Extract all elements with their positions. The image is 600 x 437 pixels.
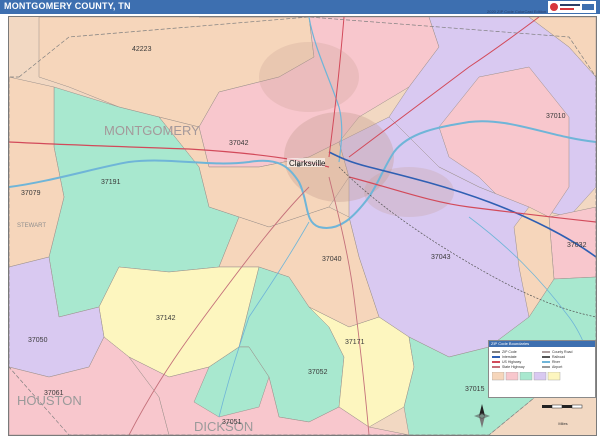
legend-color-swatches: [492, 372, 561, 381]
zip-label-37142: 37142: [156, 315, 176, 322]
county-label: MONTGOMERY: [104, 123, 200, 138]
legend-row: Interstate: [492, 355, 540, 359]
zip-label-37015: 37015: [465, 386, 485, 393]
zip-label-37079: 37079: [21, 190, 41, 197]
scale-bar-graphic: [542, 404, 583, 409]
legend-row: County Road: [542, 350, 590, 354]
city-label-clarksville: Clarksville: [289, 159, 326, 168]
legend-row: State Highway: [492, 365, 540, 369]
map-legend: ZIP Code Boundaries ZIP Code Interstate …: [488, 340, 596, 398]
urban-area-east: [364, 167, 454, 217]
legend-row: Railroad: [542, 355, 590, 359]
zip-label-37032: 37032: [567, 242, 587, 249]
zip-label-37010: 37010: [546, 113, 566, 120]
title-bar: MONTGOMERY COUNTY, TN 2020 ZIP Code Colo…: [0, 0, 600, 14]
scale-bar: Miles: [540, 402, 590, 426]
zip-label-37050: 37050: [28, 337, 48, 344]
legend-row: River: [542, 360, 590, 364]
urban-area-north: [259, 42, 359, 112]
city-marker-clarksville: Clarksville: [287, 158, 326, 168]
compass-rose-icon: [474, 404, 490, 428]
zip-label-37042: 37042: [229, 140, 249, 147]
map-title: MONTGOMERY COUNTY, TN: [4, 1, 131, 11]
zip-label-37052: 37052: [308, 369, 328, 376]
zip-label-37191: 37191: [101, 179, 121, 186]
legend-row: US Highway: [492, 360, 540, 364]
marketmaps-logo: [548, 1, 596, 13]
zip-label-37061: 37061: [44, 390, 64, 397]
zip-label-37043: 37043: [431, 254, 451, 261]
zip-label-42223: 42223: [132, 46, 152, 53]
edition-label: 2020 ZIP Code ColorCast Edition: [487, 9, 547, 14]
legend-row: ZIP Code: [492, 350, 540, 354]
zip-label-37171: 37171: [345, 339, 365, 346]
map-poster: MONTGOMERY COUNTY, TN 2020 ZIP Code Colo…: [0, 0, 600, 437]
legend-row: Airport: [542, 365, 590, 369]
zip-label-37040: 37040: [322, 256, 342, 263]
zip-label-37051: 37051: [222, 419, 242, 426]
legend-title: ZIP Code Boundaries: [489, 341, 595, 347]
scale-unit: Miles: [558, 421, 568, 426]
neighbor-label-stewart: STEWART: [17, 223, 46, 229]
